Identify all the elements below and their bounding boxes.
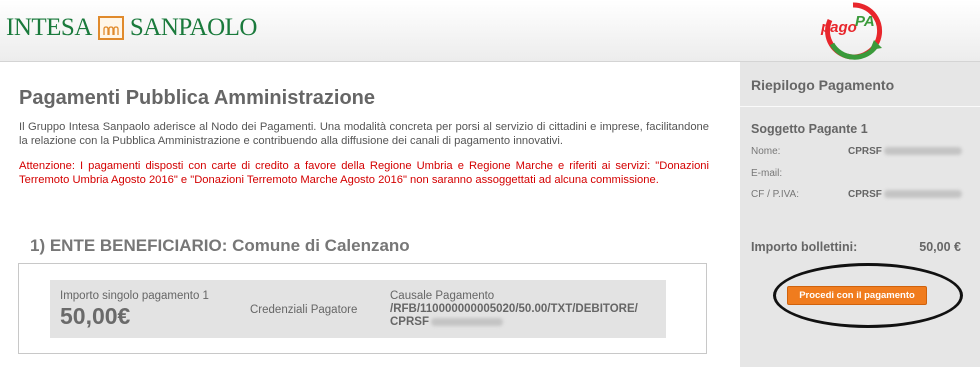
email-label: E-mail: xyxy=(751,168,783,179)
pagopa-logo-icon: pago PA xyxy=(820,2,883,60)
causale-line-2-wrap: CPRSF xyxy=(390,316,638,329)
proceed-payment-button[interactable]: Procedi con il pagamento xyxy=(787,286,927,305)
redacted-cf xyxy=(883,190,962,199)
credentials-label: Credenziali Pagatore xyxy=(250,304,358,316)
brand-emblem-icon xyxy=(97,16,124,40)
causale-label: Causale Pagamento xyxy=(390,290,495,302)
amount-label: Importo singolo pagamento 1 xyxy=(60,290,209,302)
pagopa-text-accent: PA xyxy=(855,13,875,30)
nome-label: Nome: xyxy=(751,146,781,157)
payment-summary-sidebar: Riepilogo Pagamento Soggetto Pagante 1 N… xyxy=(740,62,980,367)
causale-line-2: CPRSF xyxy=(390,316,429,328)
page-title: Pagamenti Pubblica Amministrazione xyxy=(19,87,376,109)
intesa-sanpaolo-logo[interactable]: INTESA SANPAOLO xyxy=(6,13,257,43)
redacted-causale xyxy=(430,317,503,326)
warning-notice: Attenzione: I pagamenti disposti con car… xyxy=(19,160,709,186)
payer-title: Soggetto Pagante 1 xyxy=(751,122,868,136)
beneficiary-section-title: 1) ENTE BENEFICIARIO: Comune di Calenzan… xyxy=(30,236,410,255)
cf-value: CPRSF xyxy=(848,189,882,200)
page-header: INTESA SANPAOLO pago PA xyxy=(0,0,980,62)
summary-title: Riepilogo Pagamento xyxy=(751,77,895,93)
redacted-nome xyxy=(883,147,962,156)
causale-value: /RFB/110000000005020/50.00/TXT/DEBITORE/… xyxy=(390,303,638,329)
brand-left-text: INTESA xyxy=(6,14,92,41)
payment-card: Importo singolo pagamento 1 50,00€ Crede… xyxy=(18,263,707,354)
cf-value-wrap: CPRSF xyxy=(848,189,962,200)
causale-line-1: /RFB/110000000005020/50.00/TXT/DEBITORE/ xyxy=(390,303,638,315)
main-content: Pagamenti Pubblica Amministrazione Il Gr… xyxy=(0,62,725,367)
nome-value: CPRSF xyxy=(848,146,882,157)
intro-text: Il Gruppo Intesa Sanpaolo aderisce al No… xyxy=(19,121,709,147)
summary-divider xyxy=(740,106,980,107)
nome-value-wrap: CPRSF xyxy=(848,146,962,157)
brand-right-text: SANPAOLO xyxy=(129,14,258,41)
total-value: 50,00 € xyxy=(919,240,961,254)
pagopa-text-main: pago xyxy=(820,19,857,36)
total-label: Importo bollettini: xyxy=(751,240,858,254)
amount-value: 50,00€ xyxy=(60,303,131,329)
payment-details: Importo singolo pagamento 1 50,00€ Crede… xyxy=(50,280,666,338)
cf-label: CF / P.IVA: xyxy=(751,189,799,200)
